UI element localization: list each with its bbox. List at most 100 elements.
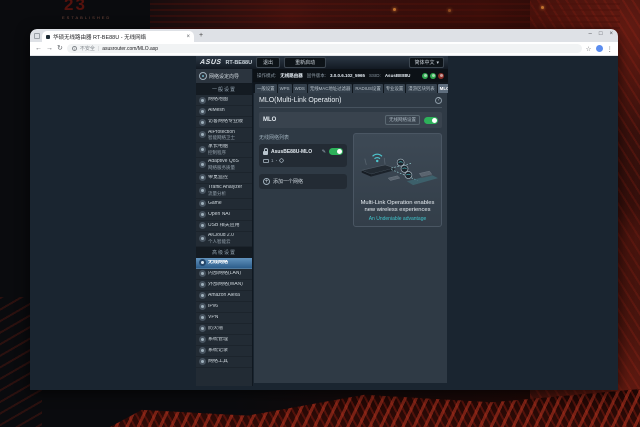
- sidebar-item-aicloud[interactable]: AiCloud 2.0个人智能云: [196, 232, 252, 247]
- wifi-status-icon[interactable]: [422, 73, 428, 79]
- router-admin-ui: ASUS RT-BE88U 退出 重新启动 简体中文 ▾ 网络设定向导: [196, 56, 448, 386]
- sidebar-item-ipv6[interactable]: IPv6: [196, 302, 252, 313]
- reboot-button[interactable]: 重新启动: [284, 57, 326, 68]
- mlo-toggle[interactable]: [424, 117, 438, 124]
- sidebar-item-label: 访客网络专业版: [208, 119, 243, 125]
- sidebar-item-quick-setup[interactable]: 网络设定向导: [196, 69, 252, 84]
- tab-wps[interactable]: WPS: [278, 84, 292, 93]
- sidebar-item-alexa[interactable]: Amazon Alexa: [196, 291, 252, 302]
- browser-tab[interactable]: 华硕无线路由器 RT-BE88U - 无线网络 ×: [42, 31, 194, 42]
- sidebar-item-firewall[interactable]: 防火墙: [196, 324, 252, 335]
- sidebar-item-label: Amazon Alexa: [208, 293, 240, 299]
- internet-status-icon[interactable]: [430, 73, 436, 79]
- security-warning-icon: i: [72, 46, 77, 51]
- window-maximize-icon[interactable]: □: [599, 31, 603, 37]
- sidebar-item-sublabel: 流量分析: [208, 191, 242, 196]
- mode-value: 无线路由器: [280, 73, 303, 79]
- sidebar-item-sublabel: 智能网络卫士: [208, 135, 235, 140]
- settings-tabs: 一般设置WPSWDS无线MAC地址过滤器RADIUS设置专业设置漫游区块列表ML…: [253, 82, 448, 93]
- nat-icon: [199, 211, 206, 218]
- asus-logo: ASUS: [200, 59, 222, 66]
- sidebar-item-aiprotection[interactable]: AiProtection智能网络卫士: [196, 128, 252, 143]
- tab-mlo[interactable]: MLO: [438, 84, 448, 93]
- sidebar-item-bandwidth-monitor[interactable]: 带宽监控: [196, 173, 252, 184]
- tools-icon: [199, 358, 206, 365]
- address-bar[interactable]: i 不安全 | asusrouter.com/MLO.asp: [67, 44, 582, 53]
- lock-icon: [263, 151, 268, 155]
- sidebar-item-network-tools[interactable]: 网络工具: [196, 357, 252, 368]
- browser-toolbar: ← → ↻ i 不安全 | asusrouter.com/MLO.asp ☆ ⋮: [30, 42, 618, 56]
- url-separator: |: [98, 46, 99, 52]
- mesh-icon: [199, 108, 206, 115]
- tab-professional[interactable]: 专业设置: [384, 84, 406, 93]
- sidebar-item-wireless[interactable]: 无线网络: [196, 258, 252, 269]
- info-icon[interactable]: ?: [435, 97, 442, 104]
- sidebar-item-adaptive-qos[interactable]: Adaptive QoS网络服务质量: [196, 158, 252, 173]
- wireless-settings-badge[interactable]: 无线网络设置: [385, 115, 420, 125]
- sidebar-item-vpn[interactable]: VPN: [196, 313, 252, 324]
- language-selector[interactable]: 简体中文 ▾: [409, 57, 444, 68]
- bookmark-star-icon[interactable]: ☆: [586, 45, 592, 53]
- sidebar-item-sublabel: 控制程序: [208, 150, 228, 155]
- tab-wds[interactable]: WDS: [293, 84, 307, 93]
- back-icon[interactable]: ←: [35, 44, 42, 54]
- sidebar-item-game[interactable]: Game: [196, 199, 252, 210]
- sidebar-item-parental-controls[interactable]: 家长电脑控制程序: [196, 143, 252, 158]
- separator-dot: [276, 160, 278, 162]
- usb-status-icon[interactable]: [438, 73, 444, 79]
- status-bar: 操作模式: 无线路由器 固件版本: 3.0.0.6.102_5965 SSID:…: [253, 69, 448, 82]
- language-label: 简体中文: [414, 59, 434, 66]
- bandwidth-icon: [199, 174, 206, 181]
- sidebar-item-text: IPv6: [208, 304, 218, 310]
- sidebar-item-lan[interactable]: 内部网络(LAN): [196, 269, 252, 280]
- network-name: AsusBE88U-MLO: [271, 149, 319, 155]
- sidebar-item-usb-application[interactable]: USB 相关应用: [196, 221, 252, 232]
- sidebar-item-system-log[interactable]: 系统记录: [196, 346, 252, 357]
- edit-icon[interactable]: ✎: [322, 149, 326, 155]
- sidebar-item-traffic-analyzer[interactable]: Traffic Analyzer流量分析: [196, 184, 252, 199]
- sidebar-item-text: USB 相关应用: [208, 223, 240, 229]
- sidebar-item-text: Game: [208, 201, 222, 207]
- wallpaper-dot: [448, 9, 451, 12]
- sidebar-item-label: AiMesh: [208, 108, 225, 114]
- sidebar-item-label: Game: [208, 201, 222, 207]
- mode-label: 操作模式:: [257, 73, 276, 79]
- sidebar-item-administration[interactable]: 系统管理: [196, 335, 252, 346]
- add-network-button[interactable]: + 添加一个网络: [259, 174, 347, 189]
- sidebar-item-text: Traffic Analyzer流量分析: [208, 185, 242, 196]
- network-toggle[interactable]: [329, 148, 343, 155]
- profile-avatar[interactable]: [596, 45, 603, 52]
- tab-general[interactable]: 一般设置: [255, 84, 277, 93]
- mlo-network-card[interactable]: AsusBE88U-MLO ✎ 1: [259, 144, 347, 167]
- new-tab-button[interactable]: +: [199, 31, 203, 40]
- window-minimize-icon[interactable]: –: [589, 31, 592, 37]
- sidebar-item-text: 防火墙: [208, 326, 223, 332]
- sidebar-item-aimesh[interactable]: AiMesh: [196, 106, 252, 117]
- sidebar-item-wan[interactable]: 外部网络(WAN): [196, 280, 252, 291]
- sidebar-item-sublabel: 网络服务质量: [208, 165, 239, 170]
- reload-icon[interactable]: ↻: [57, 44, 63, 54]
- promo-link[interactable]: An Undeniable advantage: [369, 216, 427, 222]
- tab-close-icon[interactable]: ×: [186, 34, 190, 40]
- firmware-label: 固件版本:: [307, 73, 326, 79]
- sidebar-item-text: 带宽监控: [208, 175, 228, 181]
- forward-icon[interactable]: →: [46, 44, 53, 54]
- tab-radius[interactable]: RADIUS设置: [353, 84, 382, 93]
- wallpaper-dot: [393, 8, 396, 11]
- mlo-label: MLO: [263, 117, 276, 123]
- sidebar-item-label: USB 相关应用: [208, 223, 240, 229]
- tab-search-icon[interactable]: [34, 33, 40, 39]
- sidebar-item-sublabel: 个人智能云: [208, 239, 234, 244]
- tab-mac-filter[interactable]: 无线MAC地址过滤器: [308, 84, 353, 93]
- sidebar-item-guest-network-pro[interactable]: 访客网络专业版: [196, 117, 252, 128]
- tab-roaming-block[interactable]: 漫游区块列表: [406, 84, 436, 93]
- logout-button[interactable]: 退出: [256, 57, 280, 68]
- globe-icon: [199, 97, 206, 104]
- ssid-value: AsusBE88U: [385, 73, 411, 78]
- sidebar-item-open-nat[interactable]: Open NAT: [196, 210, 252, 221]
- sidebar-item-network-map[interactable]: 网络地图: [196, 95, 252, 106]
- window-close-icon[interactable]: ×: [609, 31, 613, 37]
- promo-line1: Multi-Link Operation enables: [357, 200, 438, 207]
- mlo-promo-card: Multi-Link Operation enables new wireles…: [353, 133, 442, 227]
- browser-menu-icon[interactable]: ⋮: [607, 45, 614, 53]
